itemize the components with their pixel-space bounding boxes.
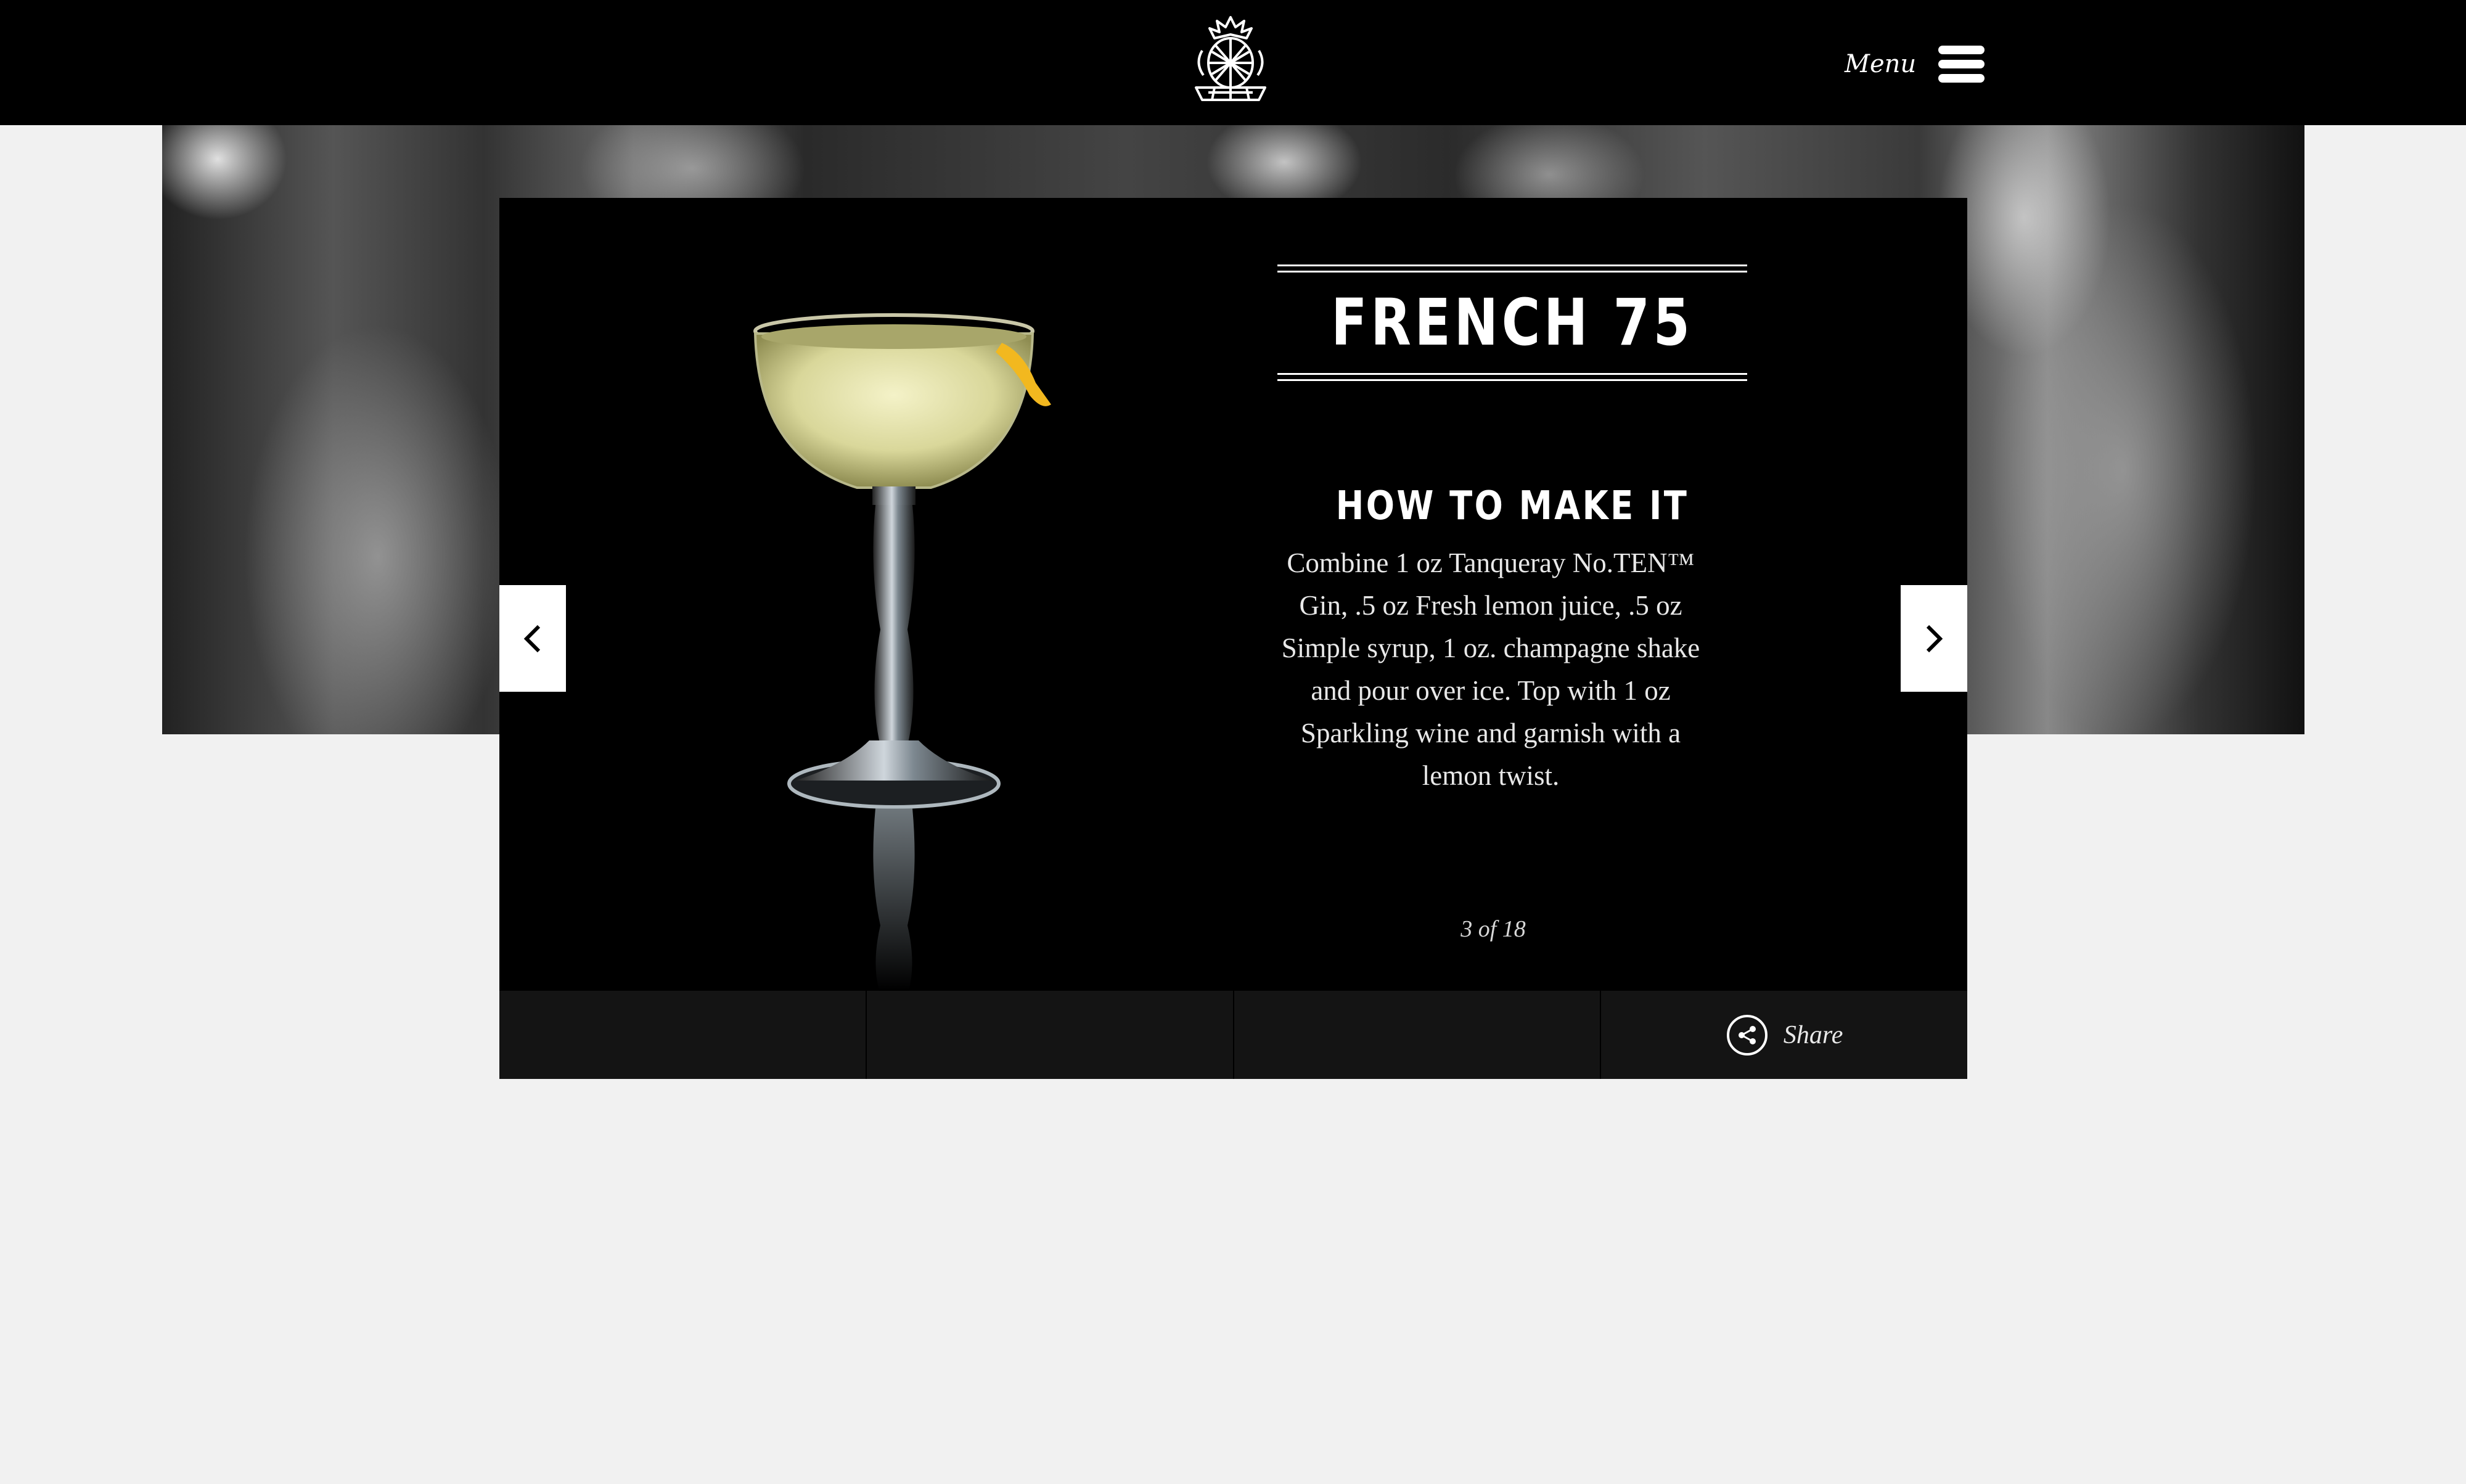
- section-heading: HOW TO MAKE IT: [1335, 483, 1689, 529]
- chevron-right-icon: [1926, 625, 1943, 652]
- footer-tab[interactable]: [867, 991, 1234, 1079]
- menu-toggle[interactable]: Menu: [1845, 39, 1985, 89]
- share-icon: [1726, 1014, 1768, 1056]
- drink-title: FRENCH 75: [1331, 285, 1694, 360]
- next-button[interactable]: [1901, 585, 1967, 692]
- cocktail-photo: [499, 198, 1231, 991]
- pineapple-crest-logo[interactable]: [1190, 14, 1271, 105]
- recipe-card: FRENCH 75 HOW TO MAKE IT Combine 1 oz Ta…: [499, 198, 1967, 991]
- hamburger-icon[interactable]: [1938, 46, 1985, 83]
- slide-counter: 3 of 18: [1460, 916, 1526, 942]
- chevron-left-icon: [523, 625, 541, 652]
- recipe-line: Combine 1 oz Tanqueray No.TEN™: [1287, 547, 1695, 578]
- recipe-instructions: Combine 1 oz Tanqueray No.TEN™ Gin, .5 o…: [1271, 542, 1710, 797]
- drink-title-frame: FRENCH 75: [1277, 264, 1747, 381]
- recipe-line: Gin, .5 oz Fresh lemon juice, .5 oz: [1299, 590, 1682, 621]
- menu-label[interactable]: Menu: [1845, 50, 1916, 78]
- recipe-line: lemon twist.: [1422, 760, 1560, 791]
- header-bar: Menu: [0, 0, 2466, 125]
- footer-tab[interactable]: [1234, 991, 1602, 1079]
- recipe-line: Simple syrup, 1 oz. champagne shake: [1281, 633, 1700, 663]
- recipe-line: and pour over ice. Top with 1 oz: [1311, 675, 1671, 706]
- card-footer-tabs: Share: [499, 991, 1967, 1079]
- share-label[interactable]: Share: [1784, 1020, 1843, 1050]
- recipe-line: Sparkling wine and garnish with a: [1300, 718, 1681, 748]
- share-button[interactable]: Share: [1601, 991, 1967, 1079]
- footer-tab[interactable]: [499, 991, 867, 1079]
- previous-button[interactable]: [499, 585, 566, 692]
